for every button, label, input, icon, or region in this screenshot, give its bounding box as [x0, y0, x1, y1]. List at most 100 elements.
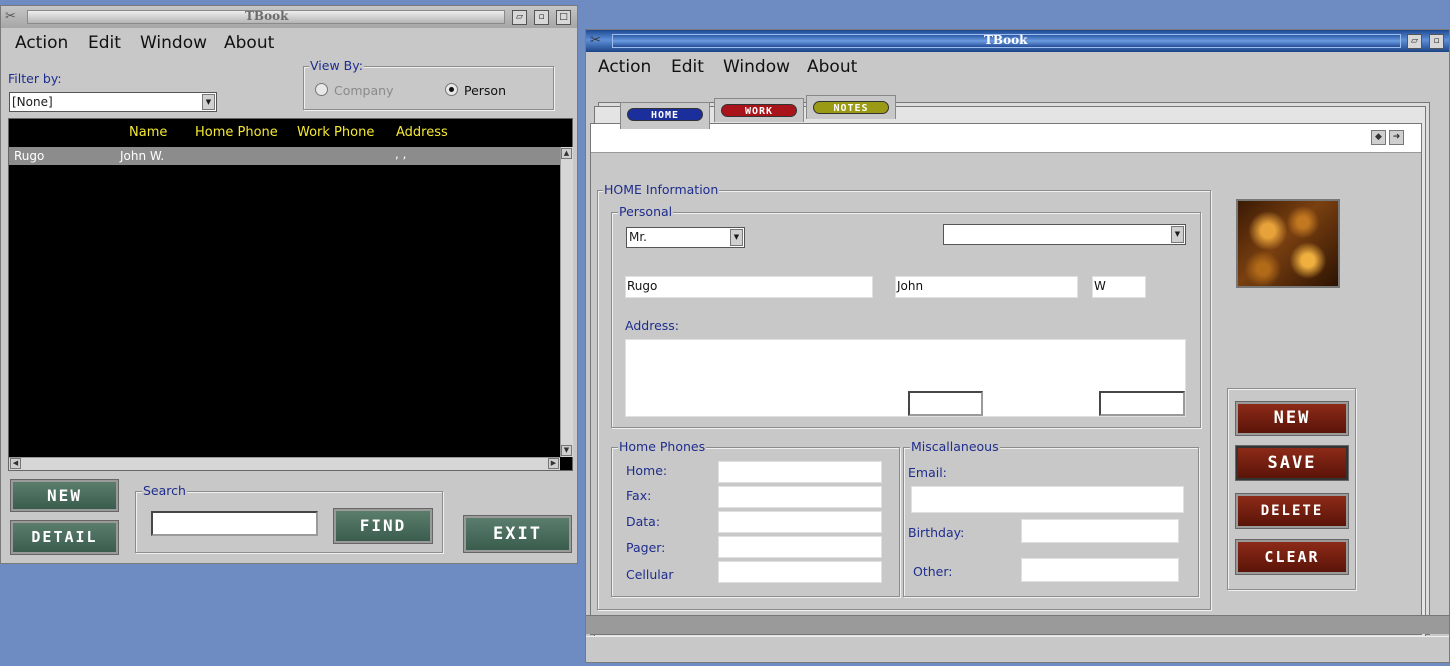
right-window: ✂ TBook ▱ ▫ Action Edit Window About ◆ ➜… [585, 29, 1450, 663]
action-buttons-group: NEW SAVE DELETE CLEAR [1227, 388, 1356, 590]
scroll-down-icon[interactable]: ▼ [561, 445, 572, 456]
col-home-phone[interactable]: Home Phone [195, 125, 278, 140]
tab-notes[interactable]: NOTES [806, 95, 896, 119]
pager-field[interactable] [718, 536, 882, 558]
menu-action[interactable]: Action [598, 57, 651, 77]
status-bar [586, 636, 1449, 662]
address-label: Address: [625, 318, 679, 333]
window-title: TBook [245, 9, 289, 23]
home-phone-label: Home: [626, 463, 668, 478]
close-icon[interactable]: ✂ [5, 9, 23, 25]
new-button[interactable]: NEW [10, 479, 119, 512]
misc-group: Miscallaneous Email: Birthday: Other: [903, 439, 1199, 597]
search-title: Search [142, 483, 187, 498]
tab-home-label: HOME [627, 108, 703, 121]
home-info-group: HOME Information Personal Mr. ▼ ▼ Rugo J… [597, 182, 1211, 610]
left-titlebar[interactable]: ✂ TBook ▱ ▫ □ [1, 6, 577, 28]
col-name[interactable]: Name [129, 125, 167, 140]
home-phones-group: Home Phones Home: Fax: Data: Pager: Cell… [611, 439, 900, 597]
middle-initial-field[interactable]: W [1092, 276, 1146, 298]
fax-field[interactable] [718, 486, 882, 508]
filter-select[interactable]: [None] ▼ [9, 92, 217, 112]
data-field[interactable] [718, 511, 882, 533]
tab-strip-bar [591, 124, 1421, 153]
menu-action[interactable]: Action [15, 33, 68, 53]
delete-button[interactable]: DELETE [1235, 493, 1349, 529]
cellular-field[interactable] [718, 561, 882, 583]
maximize-icon[interactable]: □ [556, 10, 571, 25]
cellular-label: Cellular [626, 567, 674, 582]
last-name-field[interactable]: Rugo [625, 276, 873, 298]
misc-title: Miscallaneous [910, 439, 1000, 454]
data-label: Data: [626, 514, 661, 529]
menu-edit[interactable]: Edit [88, 33, 121, 53]
table-row[interactable]: Rugo John W. , , [9, 147, 560, 165]
exit-button[interactable]: EXIT [463, 515, 572, 553]
chevron-down-icon[interactable]: ▼ [730, 229, 743, 246]
tab-notes-label: NOTES [813, 101, 889, 114]
chevron-down-icon[interactable]: ▼ [202, 94, 215, 110]
personal-title: Personal [618, 204, 674, 219]
menu-window[interactable]: Window [140, 33, 207, 53]
tab-prev-icon[interactable]: ◆ [1371, 130, 1386, 145]
zoom-icon[interactable]: ▱ [512, 10, 527, 25]
salutation-value: Mr. [629, 230, 647, 244]
scroll-up-icon[interactable]: ▲ [561, 148, 572, 159]
tab-work-label: WORK [721, 104, 797, 117]
col-work-phone[interactable]: Work Phone [297, 125, 374, 140]
close-icon[interactable]: ✂ [590, 33, 608, 49]
tab-next-icon[interactable]: ➜ [1389, 130, 1404, 145]
suffix-select[interactable]: ▼ [943, 224, 1186, 245]
left-window: ✂ TBook ▱ ▫ □ Action Edit Window About F… [0, 5, 578, 564]
zoom-icon[interactable]: ▱ [1407, 34, 1422, 49]
bottom-bar [586, 615, 1449, 634]
menu-about[interactable]: About [224, 33, 274, 53]
clear-button[interactable]: CLEAR [1235, 539, 1349, 575]
save-button[interactable]: SAVE [1235, 445, 1349, 481]
tab-home[interactable]: HOME [620, 102, 710, 129]
left-menubar: Action Edit Window About [1, 30, 577, 54]
other-label: Other: [913, 564, 953, 579]
filter-value: [None] [12, 95, 53, 109]
col-address[interactable]: Address [396, 125, 448, 140]
home-phones-title: Home Phones [618, 439, 707, 454]
scroll-right-icon[interactable]: ▶ [548, 458, 559, 469]
right-menubar: Action Edit Window About [586, 54, 1449, 78]
menu-window[interactable]: Window [723, 57, 790, 77]
row-name: John W. [120, 149, 165, 163]
other-field[interactable] [1021, 558, 1179, 582]
zip-field[interactable] [1099, 391, 1185, 416]
first-name-field[interactable]: John [895, 276, 1078, 298]
row-last: Rugo [14, 149, 45, 163]
chevron-down-icon[interactable]: ▼ [1171, 226, 1184, 243]
menu-about[interactable]: About [807, 57, 857, 77]
horizontal-scrollbar[interactable]: ◀ ▶ [9, 457, 560, 470]
menu-edit[interactable]: Edit [671, 57, 704, 77]
search-group: Search FIND [135, 483, 443, 553]
minimize-icon[interactable]: ▫ [1429, 34, 1444, 49]
scroll-left-icon[interactable]: ◀ [10, 458, 21, 469]
home-info-title: HOME Information [603, 182, 720, 197]
tab-work[interactable]: WORK [714, 98, 804, 122]
detail-button[interactable]: DETAIL [10, 520, 119, 555]
contact-photo [1236, 199, 1340, 288]
home-phone-field[interactable] [718, 461, 882, 483]
email-label: Email: [908, 465, 947, 480]
vertical-scrollbar[interactable]: ▲ ▼ [560, 147, 573, 457]
minimize-icon[interactable]: ▫ [534, 10, 549, 25]
filter-label: Filter by: [8, 71, 62, 86]
find-button[interactable]: FIND [333, 508, 433, 544]
contact-list[interactable]: Name Home Phone Work Phone Address Rugo … [8, 118, 573, 471]
right-titlebar[interactable]: ✂ TBook ▱ ▫ [586, 30, 1449, 52]
email-field[interactable] [911, 486, 1184, 513]
search-input[interactable] [151, 511, 318, 536]
fax-label: Fax: [626, 488, 652, 503]
pager-label: Pager: [626, 540, 666, 555]
person-radio[interactable] [445, 83, 458, 96]
state-field[interactable] [908, 391, 983, 416]
birthday-field[interactable] [1021, 519, 1179, 543]
window-title: TBook [984, 33, 1028, 47]
new-button[interactable]: NEW [1235, 401, 1349, 436]
company-radio[interactable] [315, 83, 328, 96]
salutation-select[interactable]: Mr. ▼ [626, 227, 745, 248]
